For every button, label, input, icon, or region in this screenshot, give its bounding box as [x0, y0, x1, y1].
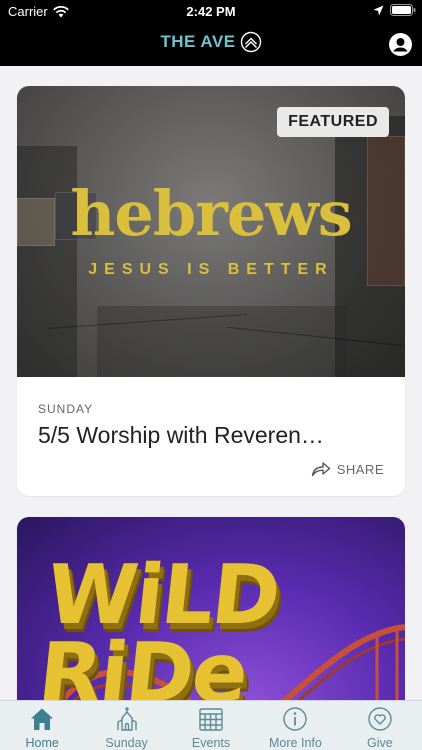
- tab-give[interactable]: Give: [338, 701, 422, 750]
- heart-icon: [368, 707, 392, 731]
- artwork-title: hebrews: [70, 177, 352, 250]
- church-icon: [116, 707, 137, 731]
- event-card[interactable]: WiLD RiDe: [17, 517, 405, 700]
- sermon-artwork: FEATURED hebrews JESUS IS BETTER: [17, 86, 405, 377]
- artwork-subtitle: JESUS IS BETTER: [88, 261, 334, 278]
- status-bar: Carrier 2:42 PM: [0, 0, 422, 22]
- tab-sunday-label: Sunday: [105, 736, 148, 750]
- brand-name: THE AVE: [160, 32, 236, 51]
- tab-events[interactable]: Events: [169, 701, 253, 750]
- profile-avatar-icon[interactable]: [389, 33, 412, 56]
- brand-logo: THE AVE: [0, 31, 422, 53]
- top-nav-bar: THE AVE: [0, 22, 422, 66]
- featured-sermon-card[interactable]: FEATURED hebrews JESUS IS BETTER SUNDAY …: [17, 86, 405, 496]
- card-details: SUNDAY 5/5 Worship with Reveren… SHARE: [17, 377, 405, 496]
- ave-chevron-logo-icon: [240, 31, 261, 53]
- event-artwork-title: WiLD RiDe: [33, 548, 284, 700]
- share-button[interactable]: SHARE: [311, 461, 384, 477]
- tab-home[interactable]: Home: [0, 701, 84, 750]
- card-title[interactable]: 5/5 Worship with Reveren…: [38, 422, 324, 449]
- event-artwork: WiLD RiDe: [17, 517, 405, 700]
- tab-more-info-label: More Info: [269, 736, 322, 750]
- battery-icon: [390, 4, 416, 16]
- share-arrow-icon: [311, 462, 330, 477]
- home-icon: [31, 708, 54, 730]
- card-category: SUNDAY: [38, 402, 94, 416]
- bottom-tab-bar: Home Sunday Events More Info Give: [0, 700, 422, 750]
- clock: 2:42 PM: [186, 4, 236, 19]
- tab-more-info[interactable]: More Info: [253, 701, 337, 750]
- tab-events-label: Events: [191, 736, 231, 750]
- location-arrow-icon: [373, 5, 384, 15]
- tab-home-label: Home: [25, 736, 59, 750]
- content-feed[interactable]: FEATURED hebrews JESUS IS BETTER SUNDAY …: [0, 66, 422, 700]
- share-label: SHARE: [336, 461, 384, 477]
- featured-badge: FEATURED: [277, 107, 389, 137]
- info-icon: [283, 707, 308, 731]
- tab-give-label: Give: [366, 736, 393, 750]
- tab-sunday[interactable]: Sunday: [84, 701, 168, 750]
- calendar-icon: [199, 708, 223, 731]
